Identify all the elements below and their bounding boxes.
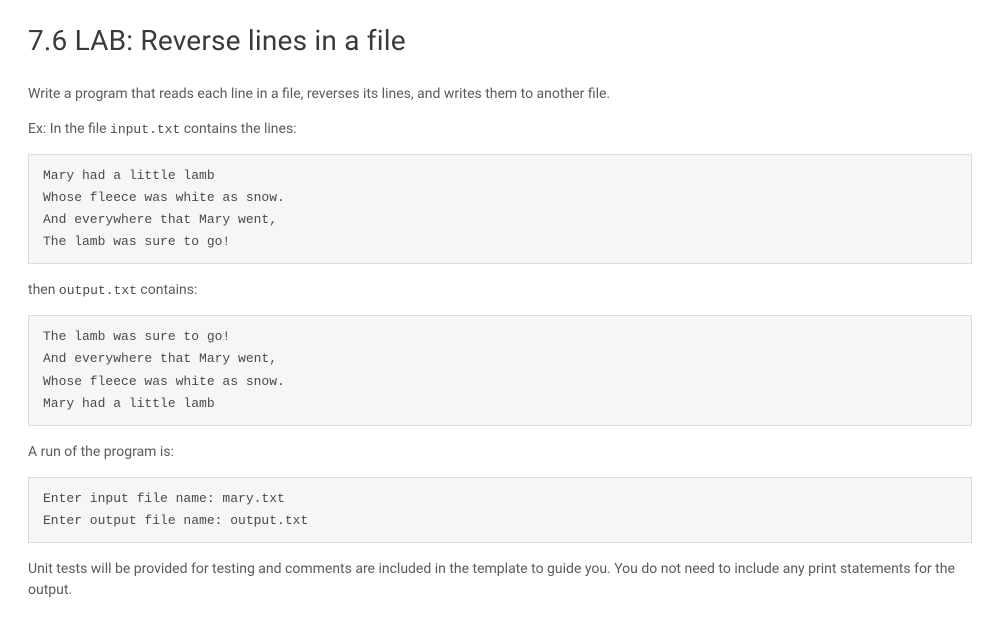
- run-label: A run of the program is:: [28, 442, 972, 463]
- output-filename: output.txt: [59, 283, 137, 298]
- output-file-contents: The lamb was sure to go! And everywhere …: [28, 315, 972, 425]
- lab-title: 7.6 LAB: Reverse lines in a file: [28, 20, 972, 62]
- example-label-post: contains the lines:: [180, 121, 296, 137]
- then-label-pre: then: [28, 282, 59, 298]
- intro-paragraph: Write a program that reads each line in …: [28, 84, 972, 105]
- input-filename: input.txt: [110, 122, 180, 137]
- example-label: Ex: In the file input.txt contains the l…: [28, 119, 972, 140]
- program-run-block: Enter input file name: mary.txt Enter ou…: [28, 477, 972, 543]
- then-label-post: contains:: [137, 282, 197, 298]
- then-label: then output.txt contains:: [28, 280, 972, 301]
- example-label-pre: Ex: In the file: [28, 121, 110, 137]
- input-file-contents: Mary had a little lamb Whose fleece was …: [28, 154, 972, 264]
